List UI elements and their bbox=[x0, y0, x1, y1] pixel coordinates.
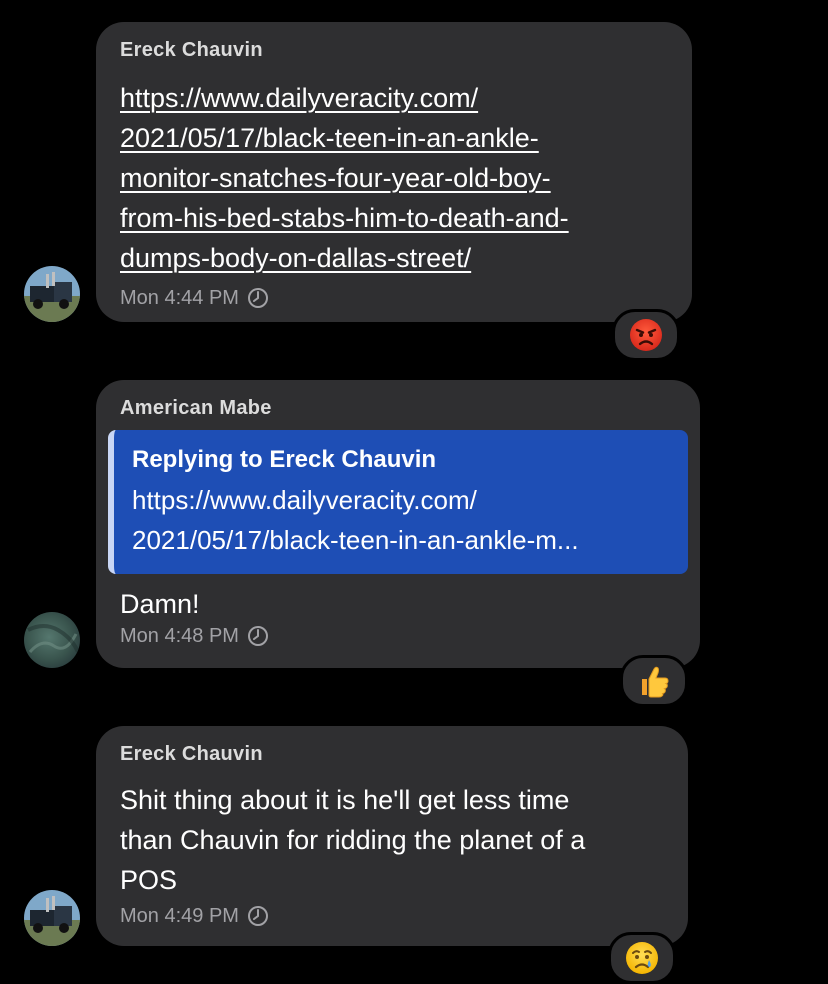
reaction-badge[interactable] bbox=[608, 932, 676, 984]
message-bubble[interactable]: American Mabe Replying to Ereck Chauvin … bbox=[96, 380, 700, 668]
reply-title: Replying to Ereck Chauvin bbox=[132, 446, 437, 473]
reaction-badge[interactable] bbox=[620, 655, 688, 707]
link-line[interactable]: dumps-body-on-dallas-street/ bbox=[120, 238, 668, 278]
link-line[interactable]: https://www.dailyveracity.com/ bbox=[120, 78, 668, 118]
link-line[interactable]: from-his-bed-stabs-him-to-death-and- bbox=[120, 198, 668, 238]
message-meta: Mon 4:44 PM bbox=[120, 286, 668, 310]
message-meta: Mon 4:49 PM bbox=[120, 904, 664, 928]
message-meta: Mon 4:48 PM bbox=[108, 624, 688, 648]
reply-line: https://www.dailyveracity.com/ bbox=[132, 485, 477, 515]
message-bubble[interactable]: Ereck Chauvin https://www.dailyveracity.… bbox=[96, 22, 692, 322]
avatar[interactable] bbox=[24, 612, 80, 668]
timestamp: Mon 4:48 PM bbox=[120, 625, 239, 647]
thumbs-up-icon bbox=[642, 666, 669, 698]
avatar[interactable] bbox=[24, 266, 80, 322]
avatar[interactable] bbox=[24, 890, 80, 946]
message-line: than Chauvin for ridding the planet of a bbox=[120, 825, 586, 855]
timestamp: Mon 4:49 PM bbox=[120, 905, 239, 927]
clock-icon bbox=[247, 626, 268, 646]
reply-line: 2021/05/17/black-teen-in-an-ankle-m... bbox=[132, 525, 579, 555]
truck-photo-icon bbox=[24, 266, 80, 322]
link-line[interactable]: monitor-snatches-four-year-old-boy- bbox=[120, 158, 668, 198]
landscape-photo-icon bbox=[24, 612, 80, 668]
message-line: Shit thing about it is he'll get less ti… bbox=[120, 785, 570, 815]
reaction-badge[interactable] bbox=[612, 309, 680, 361]
message-text: Damn! bbox=[120, 589, 200, 619]
sender-name: Ereck Chauvin bbox=[120, 743, 263, 765]
link-line[interactable]: 2021/05/17/black-teen-in-an-ankle- bbox=[120, 118, 668, 158]
message-text: Shit thing about it is he'll get less ti… bbox=[120, 780, 664, 900]
truck-photo-icon bbox=[24, 890, 80, 946]
crying-face-icon bbox=[626, 942, 658, 974]
message-bubble[interactable]: Ereck Chauvin Shit thing about it is he'… bbox=[96, 726, 688, 946]
sender-name: Ereck Chauvin bbox=[120, 39, 263, 61]
sender-name: American Mabe bbox=[120, 397, 272, 419]
timestamp: Mon 4:44 PM bbox=[120, 287, 239, 309]
angry-face-icon bbox=[630, 319, 662, 351]
reply-preview[interactable]: Replying to Ereck Chauvin https://www.da… bbox=[108, 430, 688, 574]
message-link[interactable]: https://www.dailyveracity.com/ 2021/05/1… bbox=[120, 78, 668, 278]
message-line: POS bbox=[120, 865, 178, 895]
clock-icon bbox=[247, 288, 268, 308]
clock-icon bbox=[247, 906, 268, 926]
